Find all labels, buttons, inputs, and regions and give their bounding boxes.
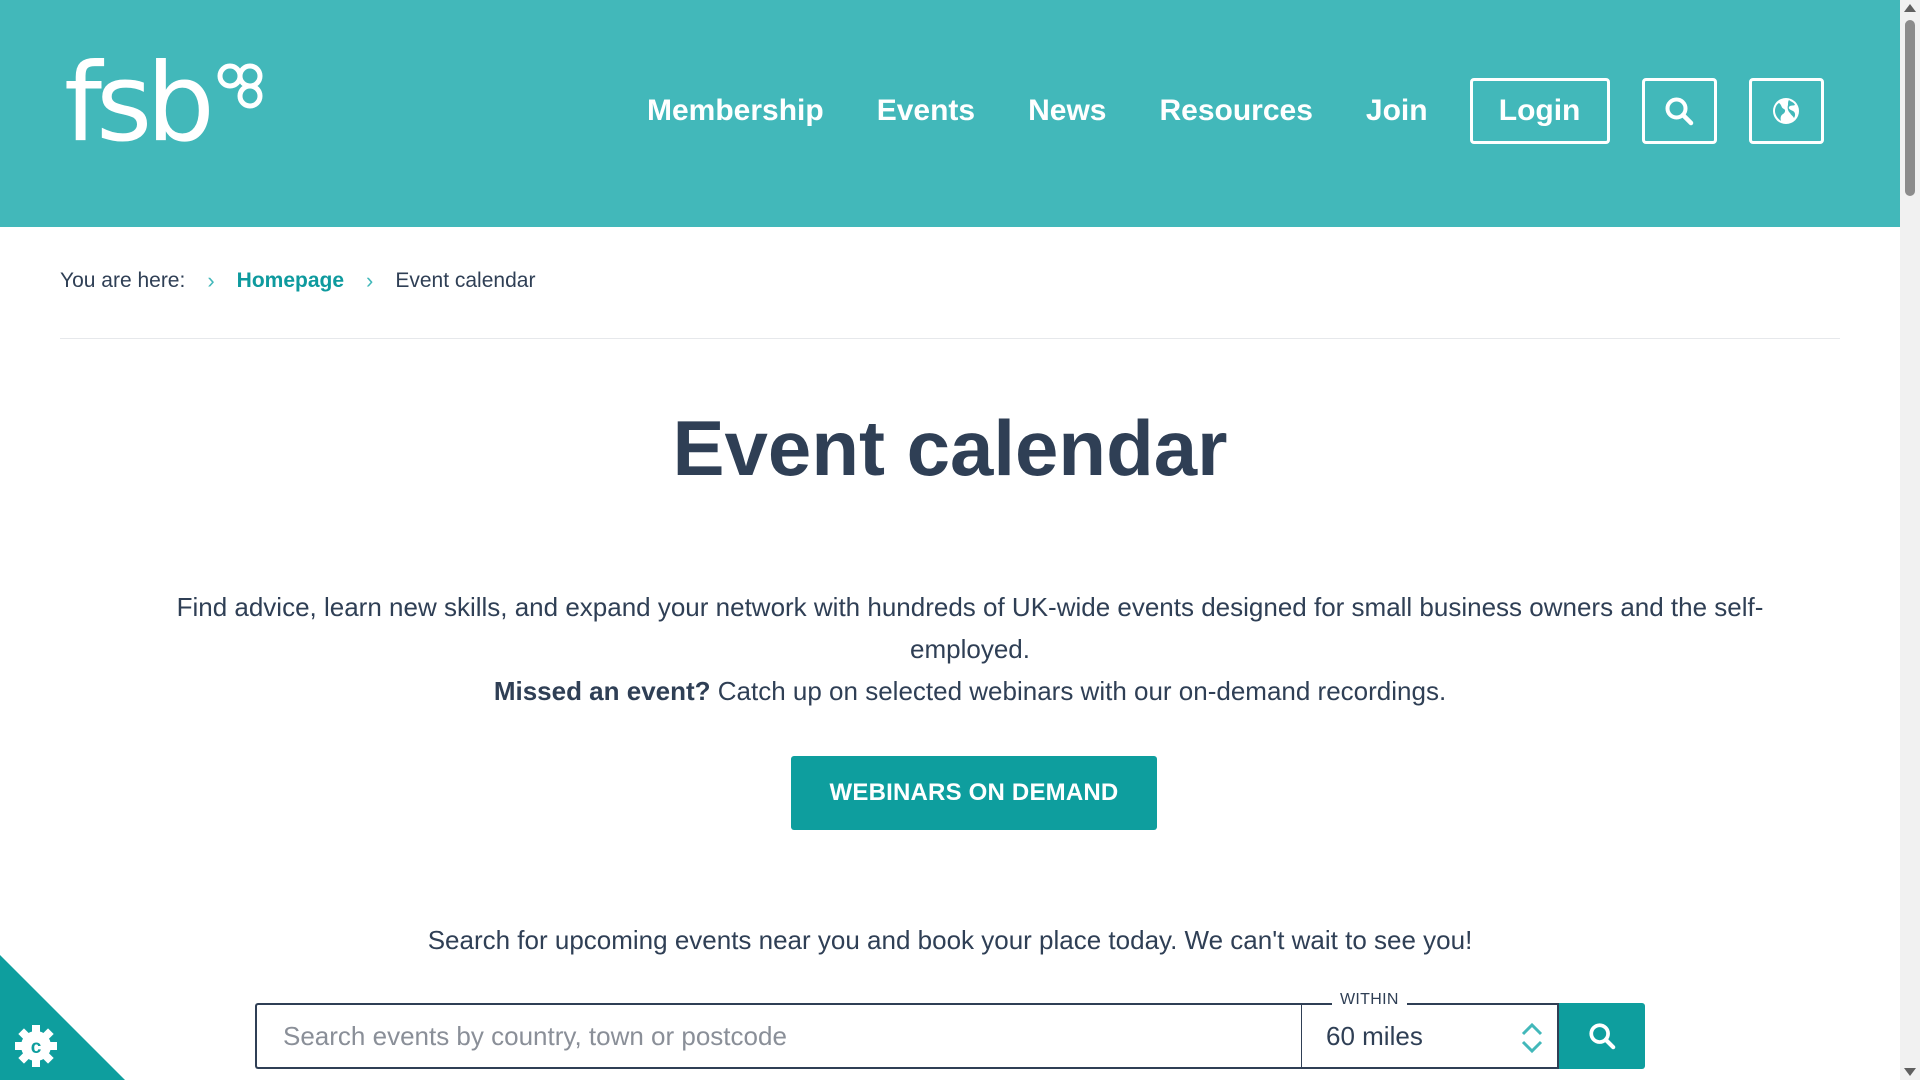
within-distance-select[interactable]: WITHIN 60 miles xyxy=(1301,991,1559,1069)
nav-news[interactable]: News xyxy=(1028,94,1106,128)
intro-text: Find advice, learn new skills, and expan… xyxy=(120,586,1820,712)
svg-text:c: c xyxy=(31,1037,42,1058)
logo-loops-icon xyxy=(217,63,263,109)
main-nav: Membership Events News Resources Join Lo… xyxy=(647,78,1824,144)
login-button[interactable]: Login xyxy=(1469,78,1610,144)
within-value: 60 miles xyxy=(1326,1021,1423,1051)
up-down-arrows-icon xyxy=(1521,1022,1543,1054)
cookie-settings-button[interactable]: c xyxy=(0,955,125,1080)
breadcrumb-divider xyxy=(60,338,1840,339)
intro-paragraph: Find advice, learn new skills, and expan… xyxy=(176,592,1764,664)
breadcrumb: You are here: › Homepage › Event calenda… xyxy=(60,266,535,296)
search-icon xyxy=(1665,97,1694,126)
scroll-down-arrow-icon[interactable] xyxy=(1904,1068,1916,1076)
breadcrumb-current: Event calendar xyxy=(395,269,536,292)
nav-membership[interactable]: Membership xyxy=(647,94,824,128)
event-search-input[interactable] xyxy=(255,1003,1301,1069)
missed-event-bold: Missed an event? xyxy=(493,676,711,706)
cookie-settings-icon: c xyxy=(0,955,125,1080)
nav-join[interactable]: Join xyxy=(1366,94,1428,128)
event-search-form: WITHIN 60 miles xyxy=(255,991,1645,1069)
search-note: Search for upcoming events near you and … xyxy=(427,925,1473,955)
language-button[interactable] xyxy=(1748,78,1824,144)
missed-event-text: Catch up on selected webinars with our o… xyxy=(710,676,1447,706)
header-search-button[interactable] xyxy=(1641,78,1717,144)
nav-resources[interactable]: Resources xyxy=(1159,94,1312,128)
search-icon xyxy=(1589,1023,1616,1050)
globe-icon xyxy=(1773,98,1800,124)
site-header: fsb Membership Events News Resources Joi… xyxy=(0,0,1900,227)
logo-text: fsb xyxy=(64,41,215,166)
nav-events[interactable]: Events xyxy=(877,94,975,128)
missed-event-paragraph: Missed an event? Catch up on selected we… xyxy=(120,670,1820,712)
fsb-logo[interactable]: fsb xyxy=(64,50,274,158)
within-label: WITHIN xyxy=(1332,991,1407,1009)
page-scrollbar[interactable] xyxy=(1900,0,1920,1080)
breadcrumb-prefix: You are here: xyxy=(60,269,186,292)
page-title: Event calendar xyxy=(672,404,1228,492)
chevron-right-icon: › xyxy=(366,268,374,293)
webinars-on-demand-button[interactable]: WEBINARS ON DEMAND xyxy=(791,756,1157,830)
chevron-right-icon: › xyxy=(207,268,215,293)
scrollbar-thumb[interactable] xyxy=(1905,20,1915,196)
breadcrumb-homepage-link[interactable]: Homepage xyxy=(237,269,344,293)
scroll-up-arrow-icon[interactable] xyxy=(1904,4,1916,12)
event-search-submit-button[interactable] xyxy=(1559,1003,1645,1069)
